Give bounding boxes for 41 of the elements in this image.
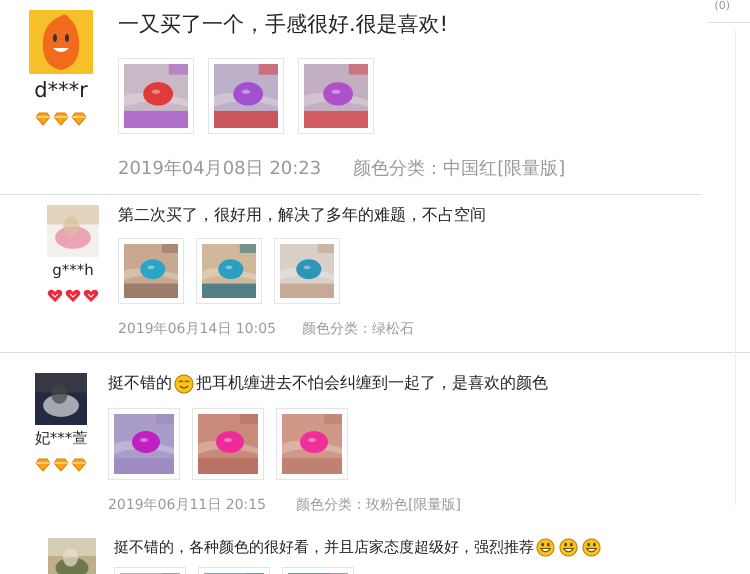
- review-text: 挺不错的，各种颜色的很好看，并且店家态度超级好，强烈推荐: [114, 538, 534, 557]
- user-name: g***h: [52, 261, 94, 279]
- photo-thumbnail[interactable]: [274, 238, 340, 304]
- photo-thumbnail[interactable]: [118, 58, 194, 134]
- grin-icon: [536, 538, 555, 557]
- color-variant: 颜色分类：中国红[限量版]: [353, 157, 566, 180]
- heart-icon: [83, 289, 99, 303]
- photo-thumbnail[interactable]: [276, 408, 348, 480]
- photo-thumbnail[interactable]: [108, 408, 180, 480]
- review-text: 挺不错的: [108, 373, 172, 394]
- review-text: 第二次买了，很好用，解决了多年的难题，不占空间: [118, 205, 486, 226]
- grin-icon: [582, 538, 601, 557]
- photo-thumbnail[interactable]: [118, 238, 184, 304]
- avatar: [35, 373, 87, 425]
- avatar: [47, 205, 99, 257]
- diamond-icon: [53, 112, 69, 126]
- review-date: 2019年06月14日 10:05: [118, 320, 276, 338]
- photo-thumbnail[interactable]: [298, 58, 374, 134]
- photo-thumbnail[interactable]: [192, 408, 264, 480]
- count-text: (0): [714, 0, 730, 12]
- review-date: 2019年04月08日 20:23: [118, 157, 322, 180]
- review-date: 2019年06月11日 20:15: [108, 496, 266, 514]
- diamond-icon: [35, 458, 51, 472]
- review-text: 把耳机缠进去不怕会纠缠到一起了，是喜欢的颜色: [196, 373, 548, 394]
- color-variant: 颜色分类：玫粉色[限量版]: [296, 496, 461, 514]
- diamond-icon: [71, 112, 87, 126]
- photo-thumbnail[interactable]: [208, 58, 284, 134]
- grin-icon: [559, 538, 578, 557]
- color-variant: 颜色分类：绿松石: [302, 320, 414, 338]
- user-name: 妃***萱: [34, 429, 88, 448]
- diamond-icon: [35, 112, 51, 126]
- heart-icon: [47, 289, 63, 303]
- avatar: [48, 538, 96, 574]
- photo-thumbnail[interactable]: [196, 238, 262, 304]
- heart-icon: [65, 289, 81, 303]
- user-name: d***r: [34, 78, 88, 102]
- avatar: [29, 10, 93, 74]
- smiley-icon: [174, 374, 194, 394]
- diamond-icon: [53, 458, 69, 472]
- diamond-icon: [71, 458, 87, 472]
- review-text: 一又买了一个，手感很好.很是喜欢!: [118, 11, 448, 38]
